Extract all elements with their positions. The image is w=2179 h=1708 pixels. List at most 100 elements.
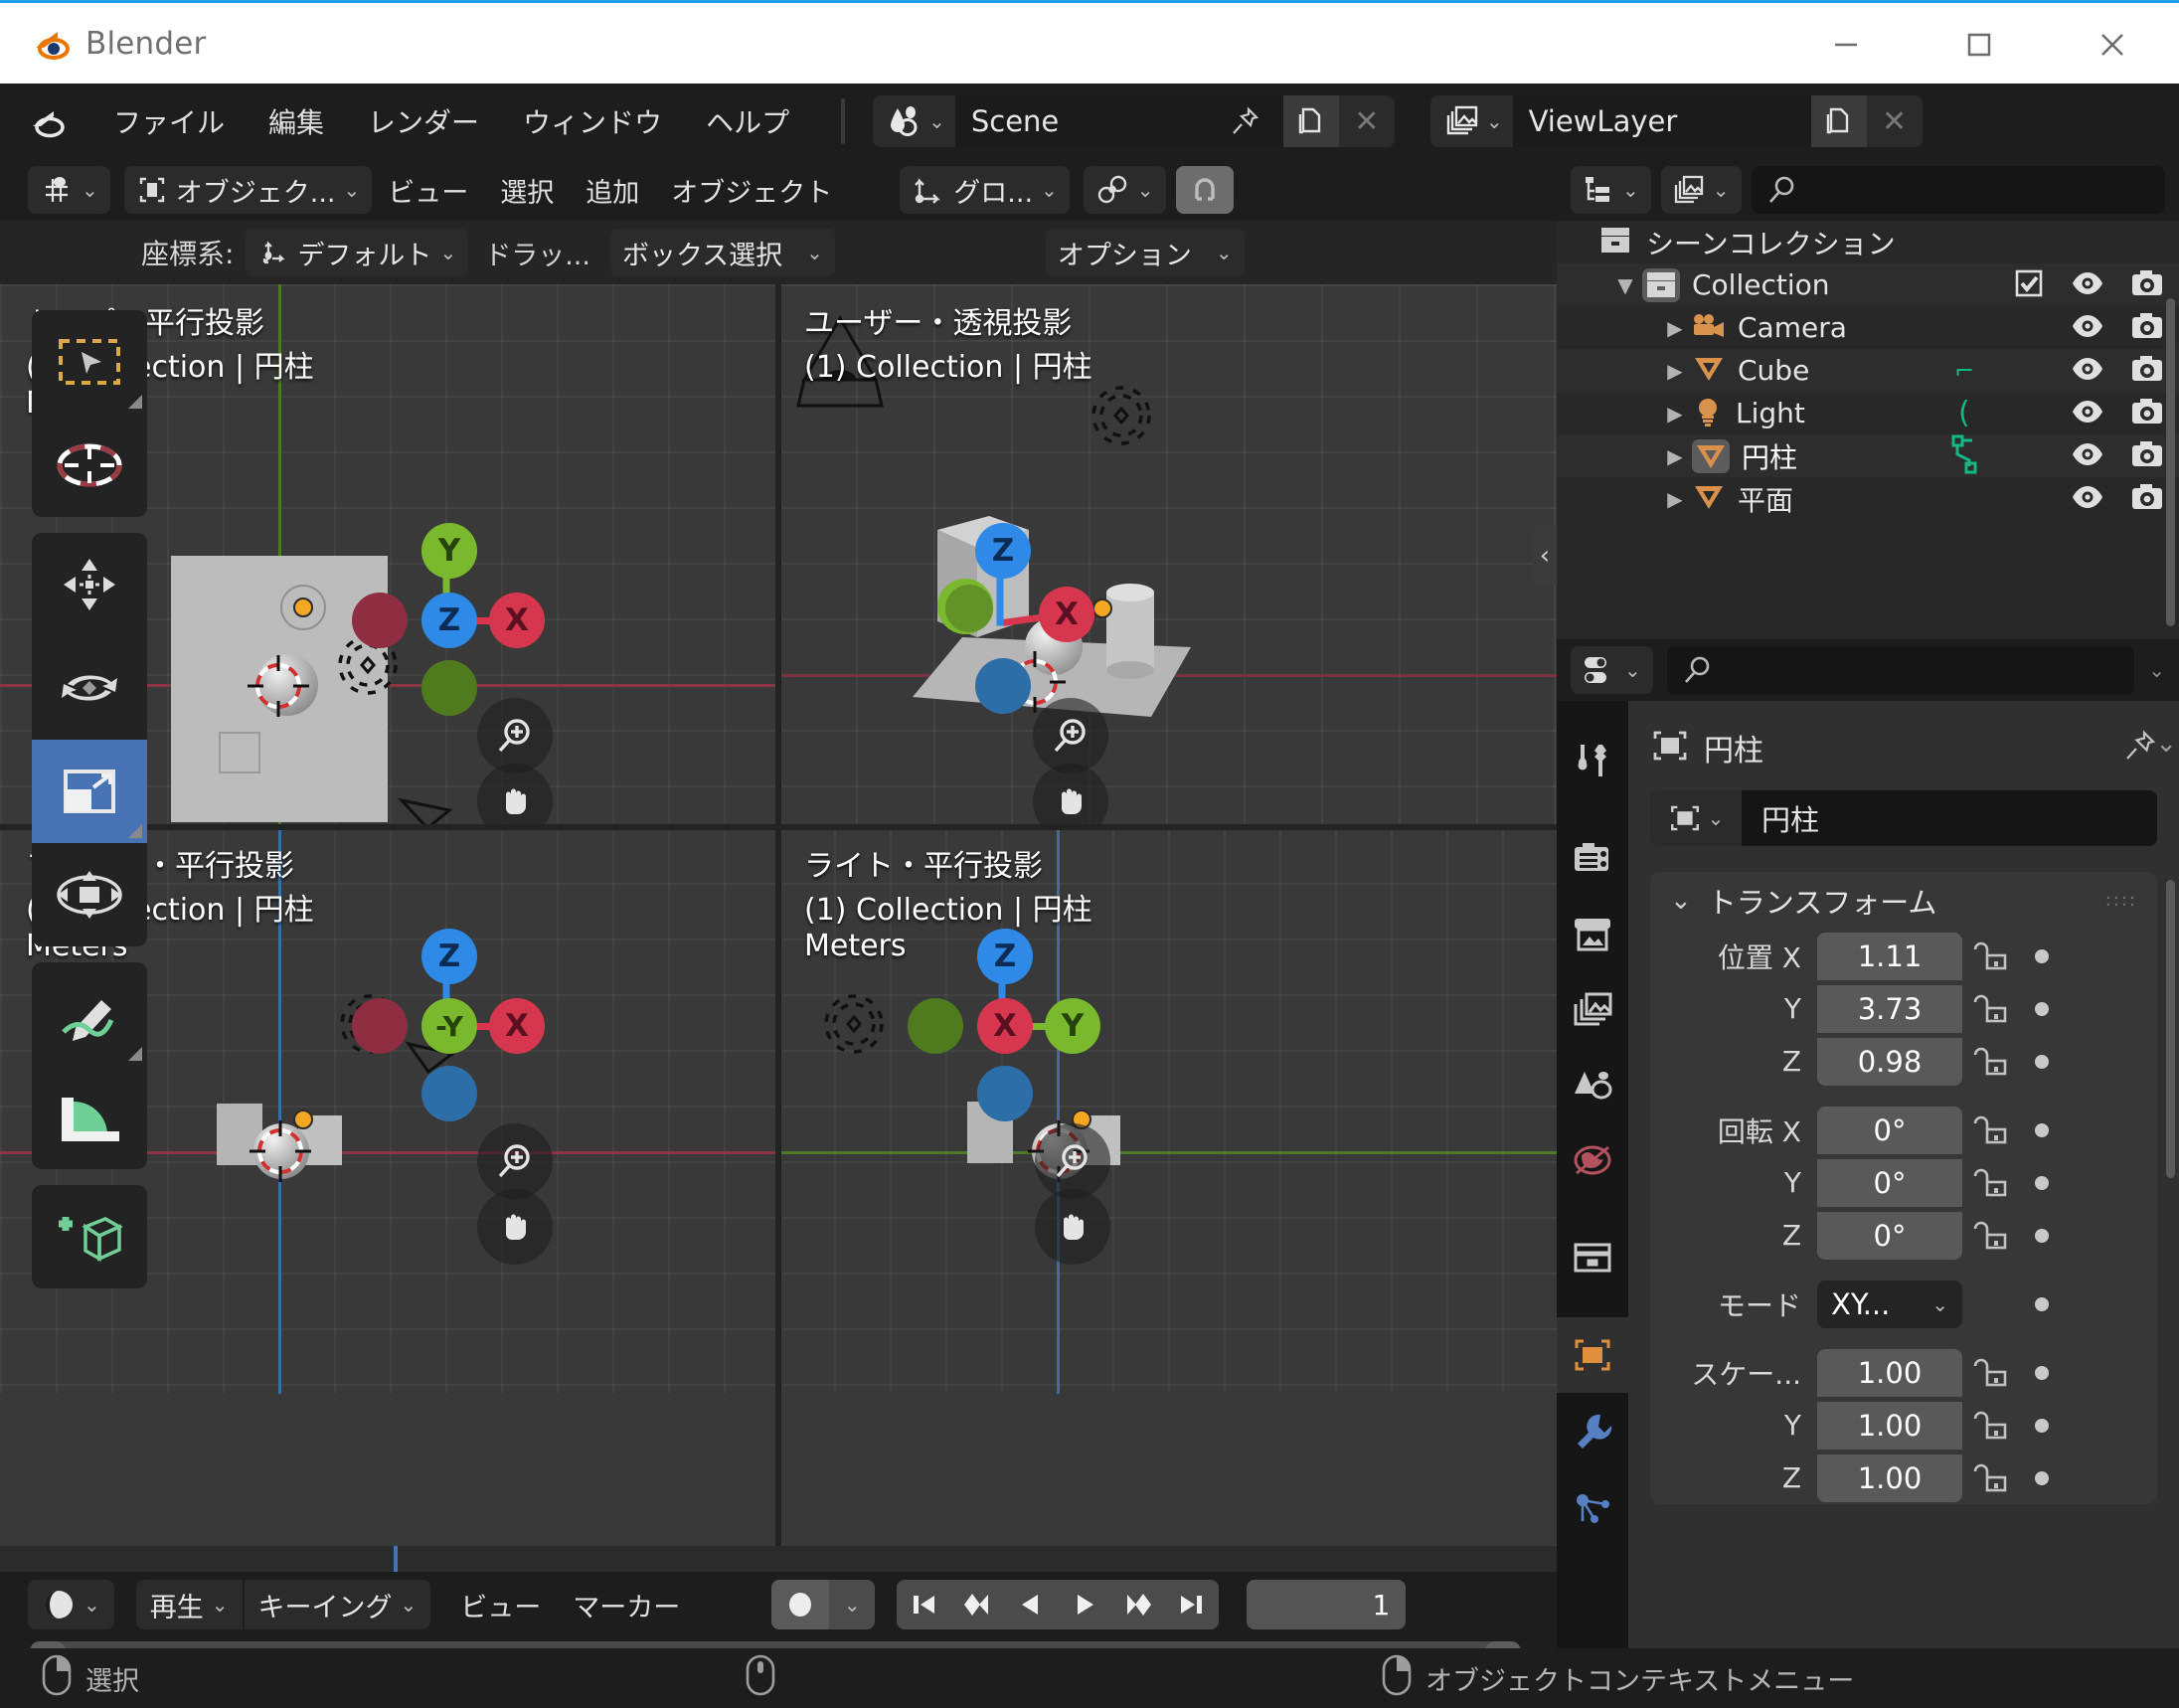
properties-tab-object[interactable] [1557, 1317, 1628, 1393]
timeline-ruler[interactable] [0, 1546, 1557, 1572]
eye-icon[interactable] [2072, 441, 2103, 471]
jump-start-icon[interactable] [897, 1580, 950, 1629]
viewport-menu-object[interactable]: オブジェクト [655, 171, 848, 210]
lock-icon[interactable] [1962, 1046, 2020, 1078]
minimize-icon[interactable] [1779, 3, 1913, 86]
camera-render-icon[interactable] [2131, 269, 2163, 301]
viewport-splitter-horizontal[interactable] [0, 824, 1557, 830]
light-empty-icon[interactable] [1087, 381, 1156, 450]
object-datablock-browse[interactable]: ⌄ [1650, 790, 1742, 846]
properties-tab-world[interactable] [1557, 1122, 1628, 1198]
timeline-menu-keying[interactable]: キーイング ⌄ [243, 1580, 431, 1629]
scene-browse-button[interactable]: ⌄ [873, 95, 955, 147]
lock-icon[interactable] [1962, 1462, 2020, 1494]
gizmo-axis-neg-z[interactable] [421, 1066, 477, 1121]
delete-viewlayer-button[interactable]: ✕ [1867, 95, 1923, 147]
properties-search-input[interactable] [1667, 646, 2134, 694]
expand-triangle-right-icon[interactable]: ▶ [1658, 359, 1692, 383]
properties-tab-viewlayer[interactable] [1557, 971, 1628, 1047]
lock-icon[interactable] [1962, 1114, 2020, 1146]
rotation-z-field[interactable]: 0° [1817, 1212, 1962, 1260]
gizmo-axis-neg-y[interactable] [421, 660, 477, 716]
outliner-row-plane[interactable]: ▶ 平面 [1557, 477, 2179, 520]
properties-scrollbar[interactable] [2166, 880, 2175, 1178]
next-keyframe-icon[interactable] [1111, 1580, 1165, 1629]
timeline-menu-view[interactable]: ビュー [444, 1586, 557, 1624]
lock-icon[interactable] [1962, 1220, 2020, 1252]
rotation-x-field[interactable]: 0° [1817, 1107, 1962, 1154]
gizmo-axis-z[interactable]: Z [421, 593, 477, 648]
tool-add-cube[interactable] [32, 1185, 147, 1288]
properties-tab-collection[interactable] [1557, 1220, 1628, 1295]
maximize-icon[interactable] [1913, 3, 2046, 86]
viewport-menu-add[interactable]: 追加 [570, 171, 655, 210]
cube-object[interactable] [929, 498, 1037, 657]
camera-render-icon[interactable] [2131, 483, 2163, 515]
tool-measure[interactable] [32, 1066, 147, 1169]
outliner-row-scene-collection[interactable]: シーンコレクション [1557, 221, 2179, 263]
properties-tab-tool[interactable] [1557, 723, 1628, 798]
menu-help[interactable]: ヘルプ [684, 94, 811, 148]
menu-file[interactable]: ファイル [91, 94, 247, 148]
gizmo-axis-y[interactable]: Y [1045, 998, 1100, 1054]
outliner-scrollbar[interactable] [2166, 298, 2175, 626]
outliner-editor-type-button[interactable]: ⌄ [1571, 166, 1651, 214]
expand-triangle-right-icon[interactable]: ▶ [1658, 444, 1692, 468]
tool-rotate[interactable] [32, 636, 147, 740]
gizmo-axis-x[interactable]: X [489, 998, 545, 1054]
animate-property-dot[interactable] [2020, 1002, 2064, 1016]
eye-icon[interactable] [2072, 270, 2103, 300]
properties-tab-output[interactable] [1557, 896, 1628, 971]
auto-keying-dropdown[interactable]: ⌄ [829, 1580, 875, 1629]
tool-scale[interactable] [32, 740, 147, 843]
outliner-tree[interactable]: シーンコレクション ▼ Collection [1557, 221, 2179, 639]
rotation-mode-dropdown[interactable]: XY... ⌄ [1817, 1281, 1962, 1328]
zoom-view-widget[interactable] [1035, 1123, 1110, 1199]
outliner-search-input[interactable] [1752, 166, 2165, 214]
zoom-view-widget[interactable] [477, 698, 553, 773]
properties-header-overflow-icon[interactable]: ⌄ [2148, 658, 2165, 682]
prev-keyframe-icon[interactable] [950, 1580, 1004, 1629]
eye-icon[interactable] [2072, 484, 2103, 514]
gizmo-axis-x[interactable]: X [1039, 587, 1094, 642]
timeline-menu-playback[interactable]: 再生 ⌄ [136, 1580, 243, 1629]
coord-system-dropdown[interactable]: デフォルト ⌄ [246, 229, 468, 276]
editor-type-button[interactable]: ⌄ [28, 166, 110, 214]
gizmo-axis-neg-z[interactable] [975, 658, 1031, 714]
animate-property-dot[interactable] [2020, 1176, 2064, 1190]
viewport-menu-select[interactable]: 選択 [484, 171, 570, 210]
rotation-y-field[interactable]: 0° [1817, 1159, 1962, 1207]
jump-end-icon[interactable] [1165, 1580, 1219, 1629]
pan-view-widget[interactable] [477, 1189, 553, 1265]
gizmo-axis-y[interactable]: Y [421, 523, 477, 579]
scale-z-field[interactable]: 1.00 [1817, 1454, 1962, 1502]
lock-icon[interactable] [1962, 1167, 2020, 1199]
gizmo-axis-x[interactable]: X [977, 998, 1033, 1054]
current-frame-field[interactable]: 1 [1247, 1580, 1406, 1629]
viewport-splitter-vertical[interactable] [775, 284, 781, 1676]
playhead[interactable] [394, 1546, 398, 1572]
animate-property-dot[interactable] [2020, 1366, 2064, 1380]
cylinder-object[interactable] [1096, 573, 1166, 682]
transform-panel-header[interactable]: ⌄ トランスフォーム :::: [1650, 872, 2157, 930]
tool-move[interactable] [32, 533, 147, 636]
menu-edit[interactable]: 編集 [247, 94, 346, 148]
transform-orientation-dropdown[interactable]: グロ... ⌄ [900, 166, 1070, 214]
expand-triangle-right-icon[interactable]: ▶ [1658, 316, 1692, 340]
camera-render-icon[interactable] [2131, 440, 2163, 472]
record-icon[interactable] [771, 1580, 829, 1629]
viewport-right[interactable]: ライト・平行投影 (1) Collection | 円柱 Meters Z Y … [778, 827, 1557, 1394]
animate-property-dot[interactable] [2020, 1471, 2064, 1485]
chevron-down-icon[interactable]: ⌄ [1670, 886, 1692, 916]
drag-grip-icon[interactable]: :::: [2105, 896, 2137, 906]
scale-y-field[interactable]: 1.00 [1817, 1402, 1962, 1450]
pan-view-widget[interactable] [1035, 1189, 1110, 1265]
location-y-field[interactable]: 3.73 [1817, 985, 1962, 1033]
play-reverse-icon[interactable] [1004, 1580, 1058, 1629]
properties-tab-particles[interactable] [1557, 1468, 1628, 1544]
lock-icon[interactable] [1962, 993, 2020, 1025]
timeline-menu-marker[interactable]: マーカー [557, 1586, 696, 1624]
menu-window[interactable]: ウィンドウ [501, 94, 684, 148]
snap-magnet-toggle[interactable] [1176, 166, 1234, 214]
expand-triangle-right-icon[interactable]: ▶ [1658, 487, 1692, 511]
